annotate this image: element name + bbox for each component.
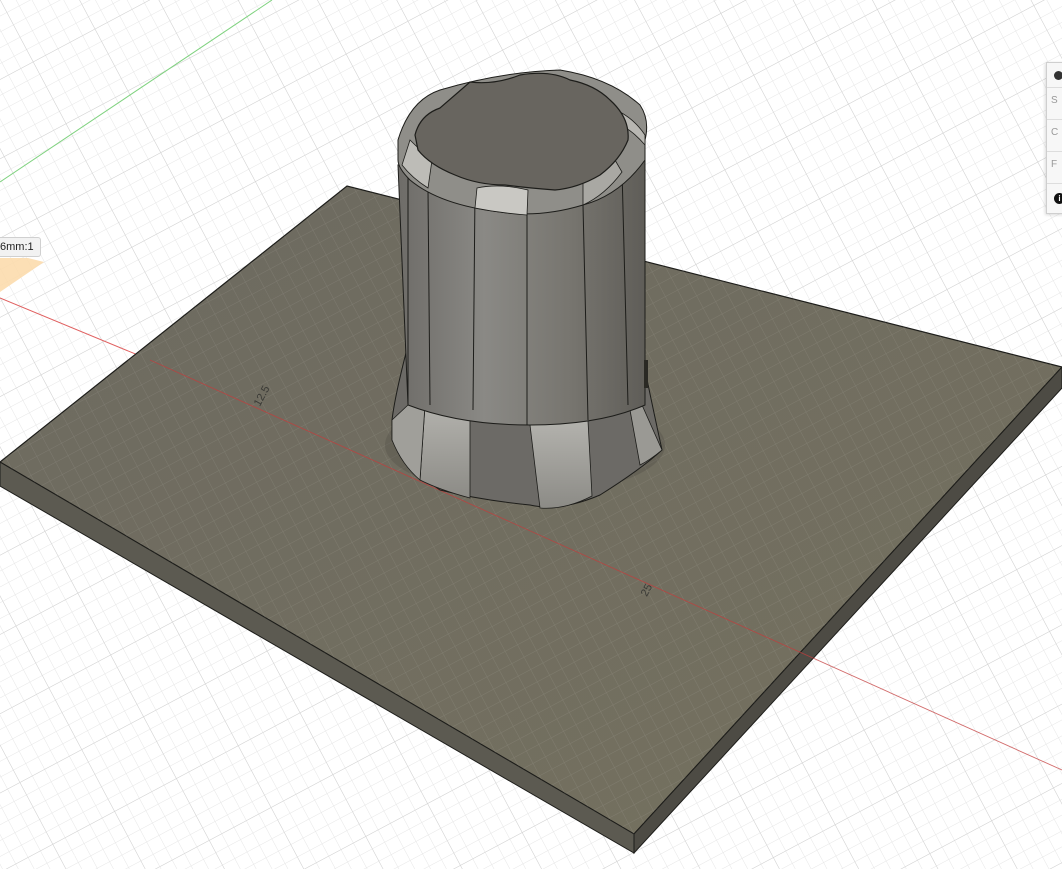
cad-viewport[interactable]: 12.5 25 6mm:1 S C F i bbox=[0, 0, 1062, 869]
browser-side-panel[interactable]: S C F i bbox=[1046, 62, 1062, 214]
panel-toggle-icon[interactable] bbox=[1054, 71, 1062, 80]
info-icon[interactable]: i bbox=[1054, 193, 1062, 204]
panel-row-3[interactable]: F bbox=[1051, 159, 1057, 170]
panel-row-2[interactable]: C bbox=[1051, 127, 1058, 138]
panel-row-1[interactable]: S bbox=[1051, 95, 1058, 106]
scale-readout: 6mm:1 bbox=[0, 237, 41, 257]
knob-body[interactable] bbox=[385, 69, 665, 509]
model-canvas[interactable]: 12.5 25 bbox=[0, 0, 1062, 869]
hidden-edge bbox=[644, 360, 648, 388]
